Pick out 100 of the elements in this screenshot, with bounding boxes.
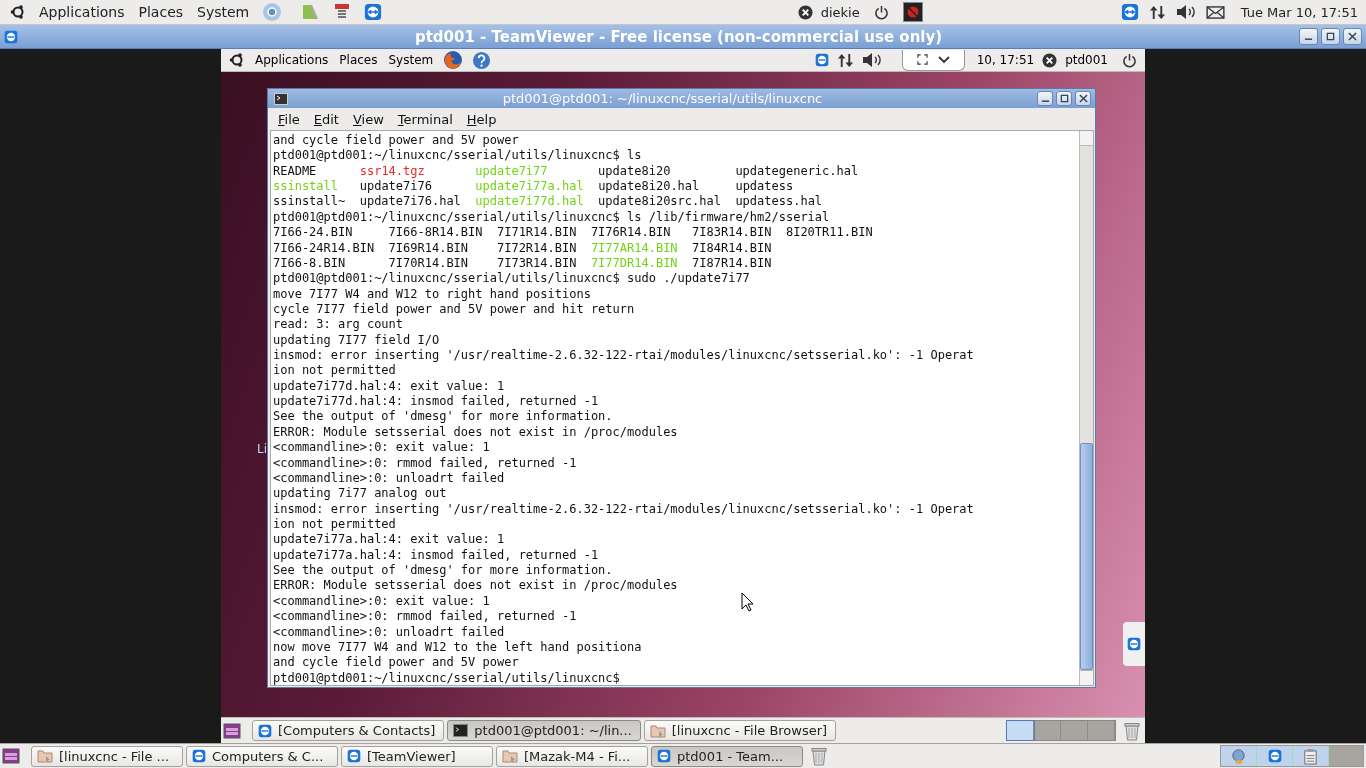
terminal-text: <commandline>:0: rmmod failed, returned -1: [273, 455, 577, 470]
power-icon[interactable]: [873, 4, 889, 20]
menu-item[interactable]: Applications: [38, 4, 126, 20]
user-status-icon: [1042, 52, 1058, 68]
maximize-button[interactable]: [1056, 91, 1072, 106]
workspace[interactable]: [1007, 721, 1034, 740]
show-desktop-icon[interactable]: [2, 747, 20, 765]
network-drive-icon[interactable]: [1221, 746, 1257, 766]
volume-icon[interactable]: [1175, 4, 1196, 20]
terminal-text: cycle 7I77 field power and 5V power and hit return: [273, 301, 635, 316]
clock[interactable]: Tue Mar 10, 17:51: [1240, 4, 1358, 20]
taskbar-button[interactable]: Computers & C...: [186, 745, 338, 767]
terminal-text: now move 7I77 W4 and W12 to the left hand positiona: [273, 639, 642, 654]
menu-item[interactable]: File: [278, 111, 300, 127]
menu-item[interactable]: Help: [466, 111, 497, 127]
taskbar-button[interactable]: ptd001 - Team...: [651, 745, 803, 767]
terminal-text: updating 7i77 analog out: [273, 486, 447, 501]
terminal-text: 7I84R14.BIN: [691, 240, 772, 255]
teamviewer-tray-icon[interactable]: [1120, 3, 1139, 21]
terminal-text: 7I66-24.BIN 7I66-8R14.BIN 7I71R14.BIN 7I76R14.BIN 7I83R14.BIN 8I20TR11.BIN: [273, 225, 873, 240]
teamviewer-tray-icon[interactable]: [1257, 746, 1293, 766]
clock[interactable]: 10, 17:51: [976, 53, 1035, 67]
chevron-icon[interactable]: [937, 55, 950, 64]
teamviewer-side-tab-icon[interactable]: [1123, 622, 1145, 666]
terminal-text: move 7I77 W4 and W12 to right hand positions: [273, 286, 591, 301]
taskbar-button[interactable]: [Computers & Contacts]: [252, 720, 445, 741]
terminal-icon: [274, 92, 288, 105]
maximize-button[interactable]: [1321, 28, 1340, 45]
menu-item[interactable]: Edit: [313, 111, 339, 127]
browser-icon[interactable]: [443, 50, 464, 70]
clipboard-icon[interactable]: [1293, 746, 1329, 766]
close-button[interactable]: [1343, 28, 1362, 45]
menu-item[interactable]: Places: [338, 53, 379, 67]
terminal-text: ion not permitted: [273, 517, 396, 531]
user-name[interactable]: diekie: [820, 4, 860, 20]
terminal-text: update7i76: [358, 179, 433, 194]
taskbar-button[interactable]: [linuxcnc - File ...: [31, 745, 183, 767]
terminal-text: insmod: error inserting '/usr/realtime-2.6.32-122-rtai/modules/linuxcnc/setsserial.ko': -1 Operat: [273, 501, 974, 516]
power-icon[interactable]: [1122, 52, 1137, 68]
menu-item[interactable]: View: [352, 111, 384, 127]
trash-icon[interactable]: [1123, 720, 1141, 741]
terminal-text: ssinstall~ update7i76.hal: [273, 194, 462, 209]
taskbar-button[interactable]: [linuxcnc - File Browser]: [643, 720, 837, 741]
menu-item[interactable]: Terminal: [397, 111, 453, 127]
terminal-text: update8i20 updategeneric.hal: [597, 163, 859, 178]
terminal-text: update7i77a.hal:4: insmod failed, returned -1: [273, 547, 599, 562]
user-name[interactable]: ptd001: [1065, 53, 1108, 67]
help-icon[interactable]: [472, 50, 492, 70]
taskbar-button[interactable]: [Mazak-M4 - Fi...: [496, 745, 648, 767]
terminal-text: <commandline>:0: unloadrt failed: [273, 470, 505, 485]
menu-item[interactable]: Places: [137, 4, 185, 20]
desktop-icon-label[interactable]: Li: [257, 442, 268, 456]
terminal-text: insmod: error inserting '/usr/realtime-2.6.32-122-rtai/modules/linuxcnc/setsserial.ko': -1 Operat: [273, 348, 974, 363]
terminal-text: See the output of 'dmesg' for more information.: [273, 409, 613, 424]
network-icon[interactable]: [836, 51, 854, 69]
terminal-text: update7i77d.hal:4: exit value: 1: [273, 378, 505, 393]
remote-app-icon: [657, 749, 671, 763]
teamviewer-tray-icon[interactable]: [814, 53, 829, 67]
remote-control-handle[interactable]: [901, 49, 965, 71]
terminal-text: update7i77d.hal: [475, 194, 584, 209]
volume-icon[interactable]: [861, 52, 882, 68]
teamviewer-icon: [4, 29, 18, 44]
terminal-text: 7I87R14.BIN: [691, 255, 772, 270]
teamviewer-launcher-icon[interactable]: [364, 3, 383, 21]
expand-icon[interactable]: [916, 54, 928, 65]
scrollbar-thumb[interactable]: [1080, 443, 1093, 670]
terminal-text: ion not permitted: [273, 363, 396, 378]
terminal-text: ptd001@ptd001:~/linuxcnc/sserial/utils/linuxcnc$ sudo ./update7i77: [273, 271, 750, 286]
terminal-text: update7i77a.hal: [475, 179, 584, 194]
taskbar-button[interactable]: ptd001@ptd001: ~/lin...: [447, 720, 641, 741]
show-desktop-icon[interactable]: [223, 721, 241, 740]
minimize-button[interactable]: [1037, 91, 1053, 106]
maximize-icon: [1059, 94, 1069, 103]
mouse-pointer-icon: [741, 592, 753, 612]
menu-item[interactable]: Applications: [254, 53, 330, 67]
workspace-switcher[interactable]: [1006, 720, 1116, 741]
taskbar-button[interactable]: [TeamViewer]: [341, 745, 493, 767]
terminal-text: 7I77AR14.BIN: [590, 240, 678, 255]
minimize-button[interactable]: [1299, 28, 1318, 45]
scrollbar[interactable]: [1079, 131, 1093, 685]
folder-icon: [649, 722, 666, 739]
menu-item[interactable]: System: [196, 4, 251, 20]
mail-icon[interactable]: [1205, 5, 1225, 19]
network-icon[interactable]: [1148, 3, 1166, 21]
close-button[interactable]: [1075, 91, 1091, 106]
close-icon: [1348, 32, 1357, 41]
trash-icon[interactable]: [810, 746, 828, 766]
terminal-text: update7i77a.hal:4: exit value: 1: [273, 532, 505, 547]
terminal-text: updating 7I77 field I/O: [273, 332, 440, 347]
terminal-text: ssr14.tgz: [359, 163, 426, 178]
stop-icon[interactable]: [902, 2, 923, 22]
terminal-text: <commandline>:0: unloadrt failed: [273, 624, 505, 639]
terminal-text: <commandline>:0: exit value: 1: [273, 593, 490, 608]
window-title: ptd001 - TeamViewer - Free license (non-commercial use only): [413, 27, 944, 46]
terminal-text: read: 3: arg count: [273, 317, 404, 332]
menu-item[interactable]: System: [387, 53, 435, 67]
terminal-text: update8i20.hal updatess: [597, 179, 794, 194]
terminal-text: <commandline>:0: rmmod failed, returned -1: [273, 609, 577, 624]
browser-icon[interactable]: [262, 2, 283, 22]
terminal-text: update7i77: [475, 163, 548, 178]
